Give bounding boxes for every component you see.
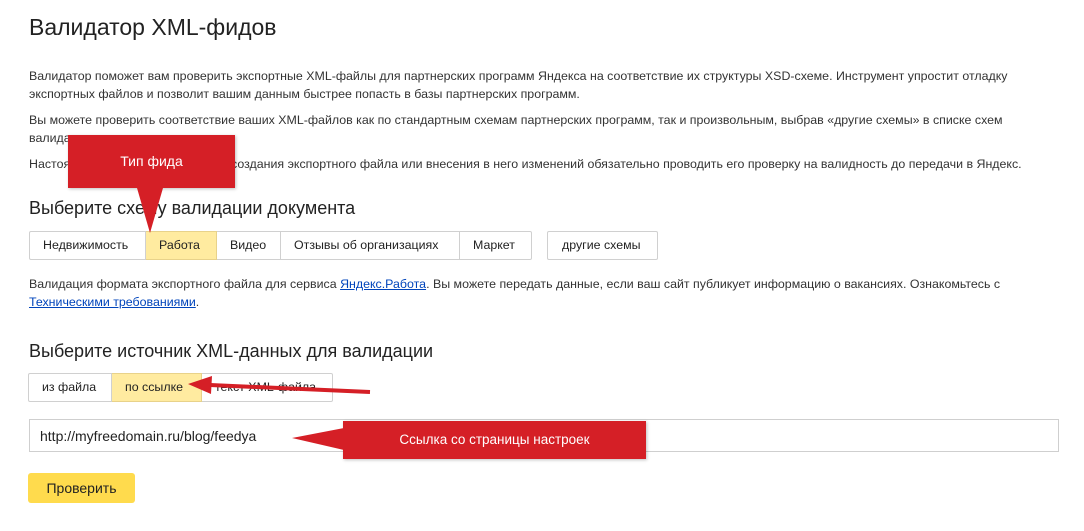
link-settings-callout: Ссылка со страницы настроек (343, 421, 646, 459)
source-section-heading: Выберите источник XML-данных для валидац… (29, 341, 434, 361)
source-tabs: из файла по ссылке текст XML-файла (28, 373, 333, 402)
yandex-jobs-link[interactable]: Яндекс.Работа (340, 277, 426, 291)
tab-jobs[interactable]: Работа (146, 231, 217, 260)
tab-reviews[interactable]: Отзывы об организациях (281, 231, 460, 260)
page-title: Валидатор XML-фидов (29, 14, 277, 40)
schema-section-heading: Выберите схему валидации документа (29, 198, 356, 218)
check-button[interactable]: Проверить (28, 473, 135, 503)
schema-desc-text-3: . (195, 295, 200, 309)
tab-xml-text[interactable]: текст XML-файла (202, 373, 333, 402)
tab-from-file[interactable]: из файла (28, 373, 112, 402)
feed-type-callout: Тип фида (68, 135, 235, 188)
schema-desc-text-1: Валидация формата экспортного файла для … (29, 277, 341, 291)
other-schemes-button[interactable]: другие схемы (547, 231, 658, 260)
tab-video[interactable]: Видео (217, 231, 281, 260)
tab-realty[interactable]: Недвижимость (29, 231, 146, 260)
technical-requirements-link[interactable]: Техническими требованиями (29, 295, 196, 309)
tab-by-link[interactable]: по ссылке (112, 373, 202, 402)
schema-description: Валидация формата экспортного файла для … (29, 275, 1049, 311)
schema-tabs: Недвижимость Работа Видео Отзывы об орга… (29, 231, 532, 260)
tab-market[interactable]: Маркет (460, 231, 532, 260)
schema-desc-text-2: . Вы можете передать данные, если ваш са… (426, 277, 1001, 291)
intro-paragraph-1: Валидатор поможет вам проверить экспортн… (29, 69, 1008, 101)
